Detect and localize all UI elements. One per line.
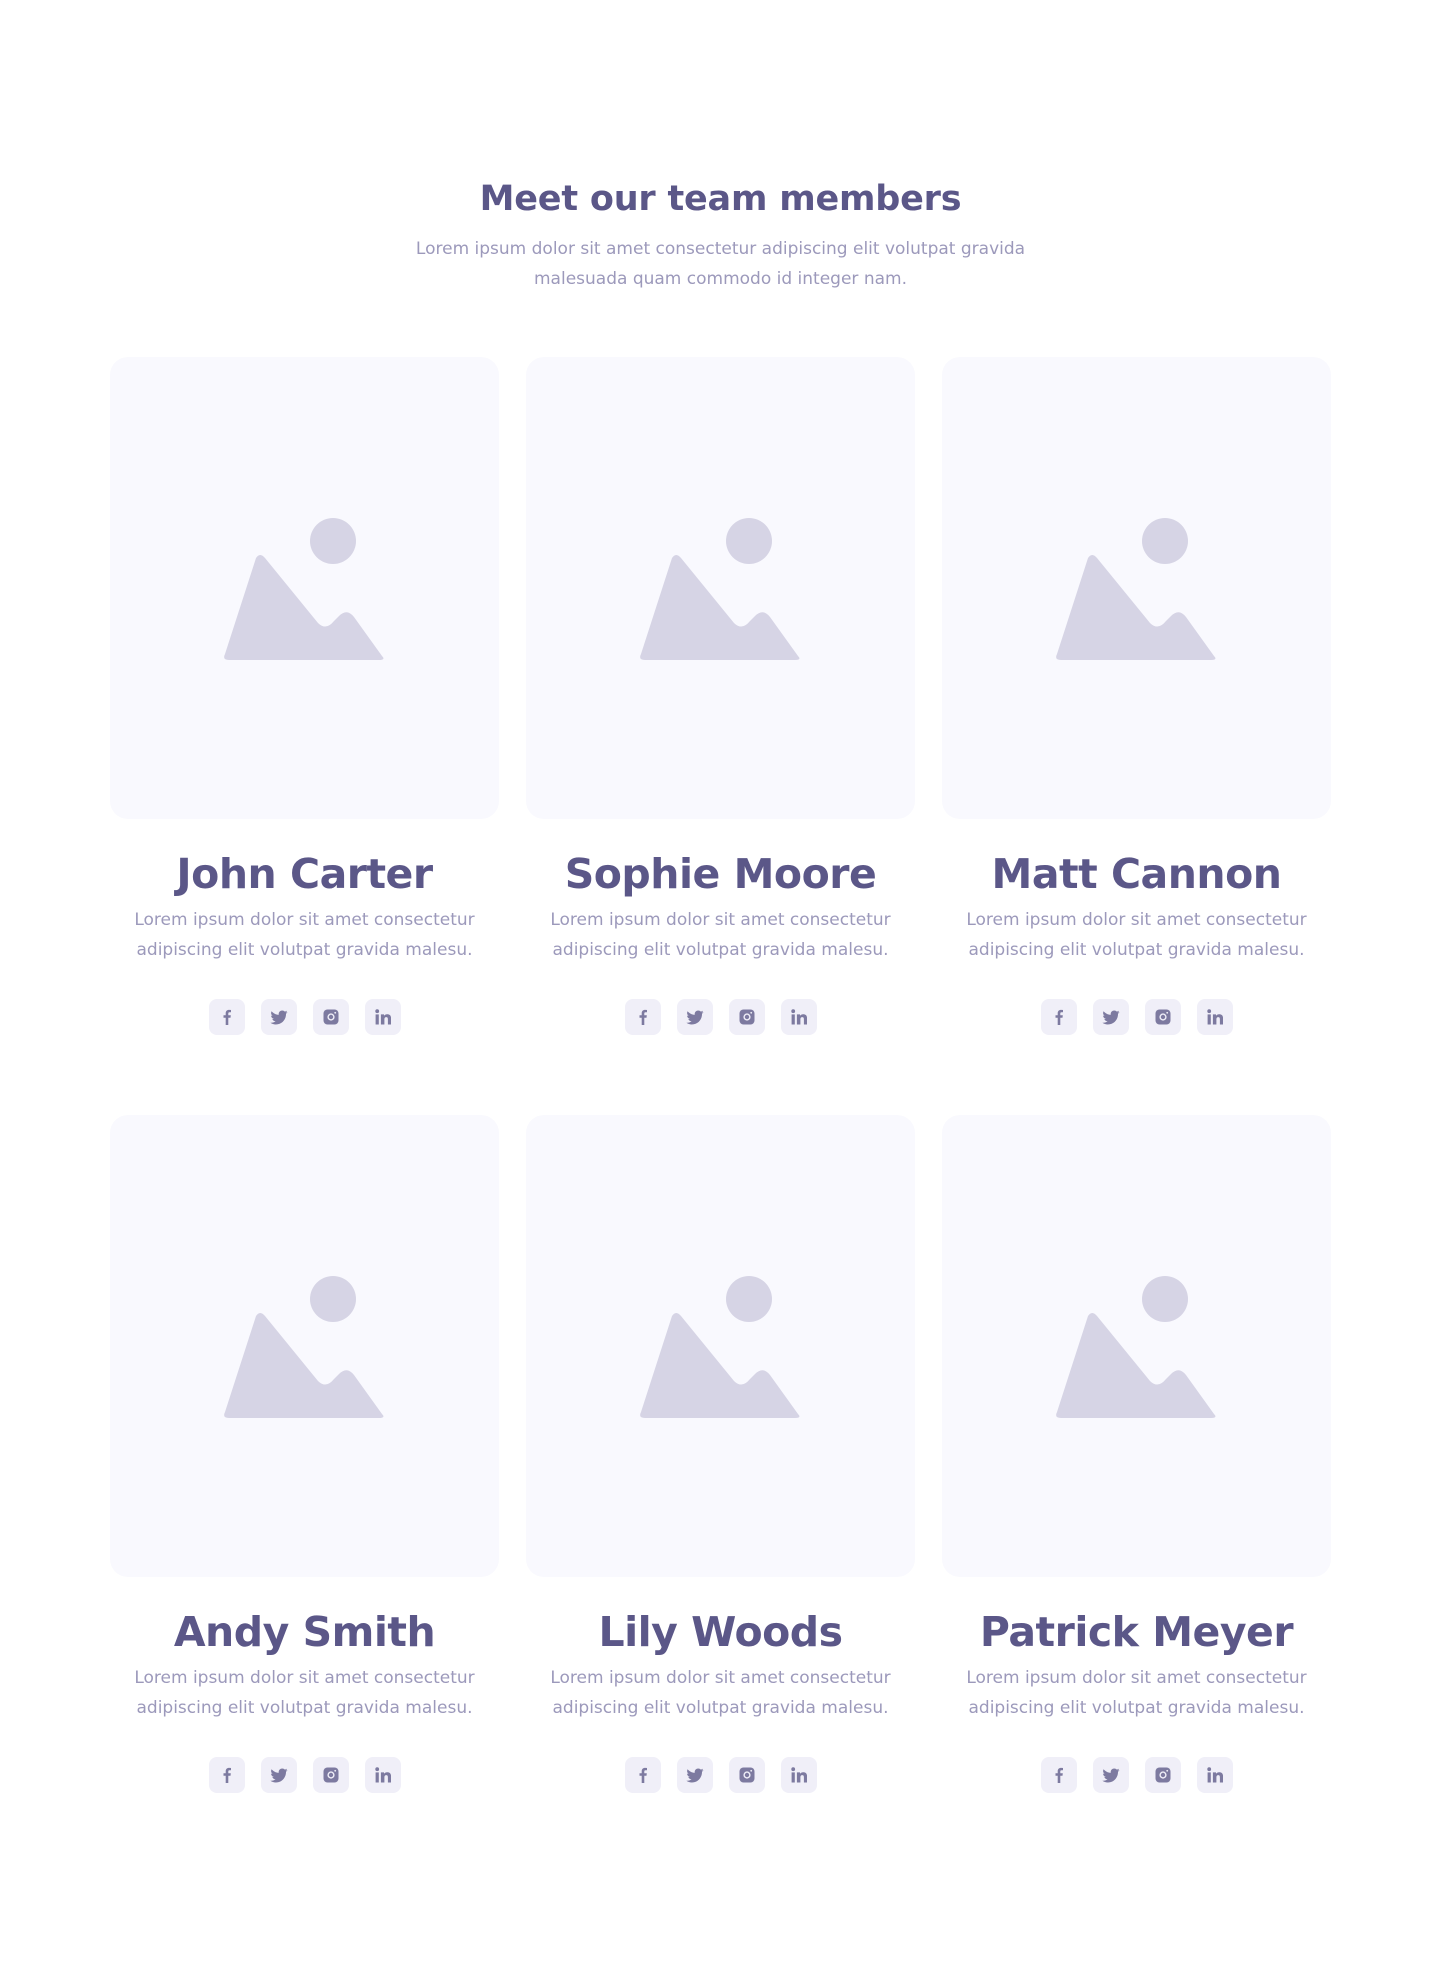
member-name: Lily Woods — [598, 1608, 843, 1656]
instagram-icon — [323, 1767, 338, 1783]
facebook-link[interactable] — [208, 999, 245, 1035]
instagram-icon — [1155, 1767, 1170, 1783]
member-photo — [110, 1115, 499, 1577]
instagram-icon — [739, 1009, 754, 1025]
member-photo — [526, 1115, 915, 1577]
facebook-icon — [223, 1767, 231, 1783]
twitter-link[interactable] — [260, 999, 297, 1035]
facebook-icon — [1055, 1767, 1063, 1783]
team-member-card: Patrick Meyer Lorem ipsum dolor sit amet… — [942, 1115, 1331, 1808]
facebook-icon — [639, 1767, 647, 1783]
linkedin-link[interactable] — [780, 1757, 817, 1793]
team-member-card: Andy Smith Lorem ipsum dolor sit amet co… — [110, 1115, 499, 1808]
linkedin-icon — [1206, 1009, 1223, 1025]
social-links — [110, 1757, 499, 1793]
social-links — [110, 999, 499, 1035]
twitter-link[interactable] — [676, 1757, 713, 1793]
member-photo — [110, 357, 499, 819]
twitter-link[interactable] — [1092, 999, 1129, 1035]
member-name: Matt Cannon — [991, 850, 1282, 898]
social-links — [942, 999, 1331, 1035]
section-subtitle: Lorem ipsum dolor sit amet consectetur a… — [415, 239, 1026, 289]
team-member-card: Sophie Moore Lorem ipsum dolor sit amet … — [526, 357, 915, 1050]
team-grid: John Carter Lorem ipsum dolor sit amet c… — [110, 357, 1331, 1808]
team-member-card: John Carter Lorem ipsum dolor sit amet c… — [110, 357, 499, 1050]
instagram-link[interactable] — [312, 999, 349, 1035]
twitter-icon — [1101, 1768, 1119, 1782]
member-bio: Lorem ipsum dolor sit amet consectetur a… — [134, 1668, 475, 1718]
team-member-card: Matt Cannon Lorem ipsum dolor sit amet c… — [942, 357, 1331, 1050]
twitter-icon — [269, 1010, 287, 1024]
member-name: Patrick Meyer — [979, 1608, 1294, 1656]
member-bio: Lorem ipsum dolor sit amet consectetur a… — [134, 910, 475, 960]
member-photo — [526, 357, 915, 819]
team-section: Meet our team members Lorem ipsum dolor … — [0, 0, 1441, 1986]
image-placeholder-icon — [1056, 518, 1216, 660]
member-name: John Carter — [176, 850, 433, 898]
facebook-link[interactable] — [624, 1757, 661, 1793]
member-photo — [942, 1115, 1331, 1577]
twitter-link[interactable] — [676, 999, 713, 1035]
facebook-icon — [223, 1009, 231, 1025]
linkedin-link[interactable] — [364, 999, 401, 1035]
image-placeholder-icon — [640, 518, 800, 660]
member-photo — [942, 357, 1331, 819]
section-title: Meet our team members — [479, 179, 962, 219]
social-links — [526, 1757, 915, 1793]
linkedin-icon — [1206, 1767, 1223, 1783]
member-bio: Lorem ipsum dolor sit amet consectetur a… — [966, 910, 1307, 960]
team-member-card: Lily Woods Lorem ipsum dolor sit amet co… — [526, 1115, 915, 1808]
twitter-icon — [269, 1768, 287, 1782]
member-bio: Lorem ipsum dolor sit amet consectetur a… — [550, 910, 891, 960]
image-placeholder-icon — [224, 1276, 384, 1418]
twitter-link[interactable] — [260, 1757, 297, 1793]
linkedin-icon — [374, 1009, 391, 1025]
instagram-link[interactable] — [728, 1757, 765, 1793]
instagram-icon — [1155, 1009, 1170, 1025]
twitter-icon — [685, 1010, 703, 1024]
facebook-icon — [1055, 1009, 1063, 1025]
facebook-link[interactable] — [624, 999, 661, 1035]
facebook-icon — [639, 1009, 647, 1025]
facebook-link[interactable] — [1040, 999, 1077, 1035]
instagram-link[interactable] — [1144, 1757, 1181, 1793]
linkedin-icon — [374, 1767, 391, 1783]
social-links — [526, 999, 915, 1035]
facebook-link[interactable] — [1040, 1757, 1077, 1793]
instagram-link[interactable] — [728, 999, 765, 1035]
linkedin-link[interactable] — [1196, 1757, 1233, 1793]
instagram-icon — [739, 1767, 754, 1783]
twitter-icon — [1101, 1010, 1119, 1024]
section-header: Meet our team members Lorem ipsum dolor … — [0, 176, 1441, 294]
linkedin-link[interactable] — [364, 1757, 401, 1793]
instagram-icon — [323, 1009, 338, 1025]
image-placeholder-icon — [640, 1276, 800, 1418]
linkedin-link[interactable] — [780, 999, 817, 1035]
member-bio: Lorem ipsum dolor sit amet consectetur a… — [550, 1668, 891, 1718]
linkedin-link[interactable] — [1196, 999, 1233, 1035]
facebook-link[interactable] — [208, 1757, 245, 1793]
linkedin-icon — [790, 1009, 807, 1025]
instagram-link[interactable] — [1144, 999, 1181, 1035]
image-placeholder-icon — [1056, 1276, 1216, 1418]
linkedin-icon — [790, 1767, 807, 1783]
member-bio: Lorem ipsum dolor sit amet consectetur a… — [966, 1668, 1307, 1718]
twitter-link[interactable] — [1092, 1757, 1129, 1793]
social-links — [942, 1757, 1331, 1793]
instagram-link[interactable] — [312, 1757, 349, 1793]
member-name: Sophie Moore — [564, 850, 877, 898]
image-placeholder-icon — [224, 518, 384, 660]
member-name: Andy Smith — [173, 1608, 436, 1656]
twitter-icon — [685, 1768, 703, 1782]
